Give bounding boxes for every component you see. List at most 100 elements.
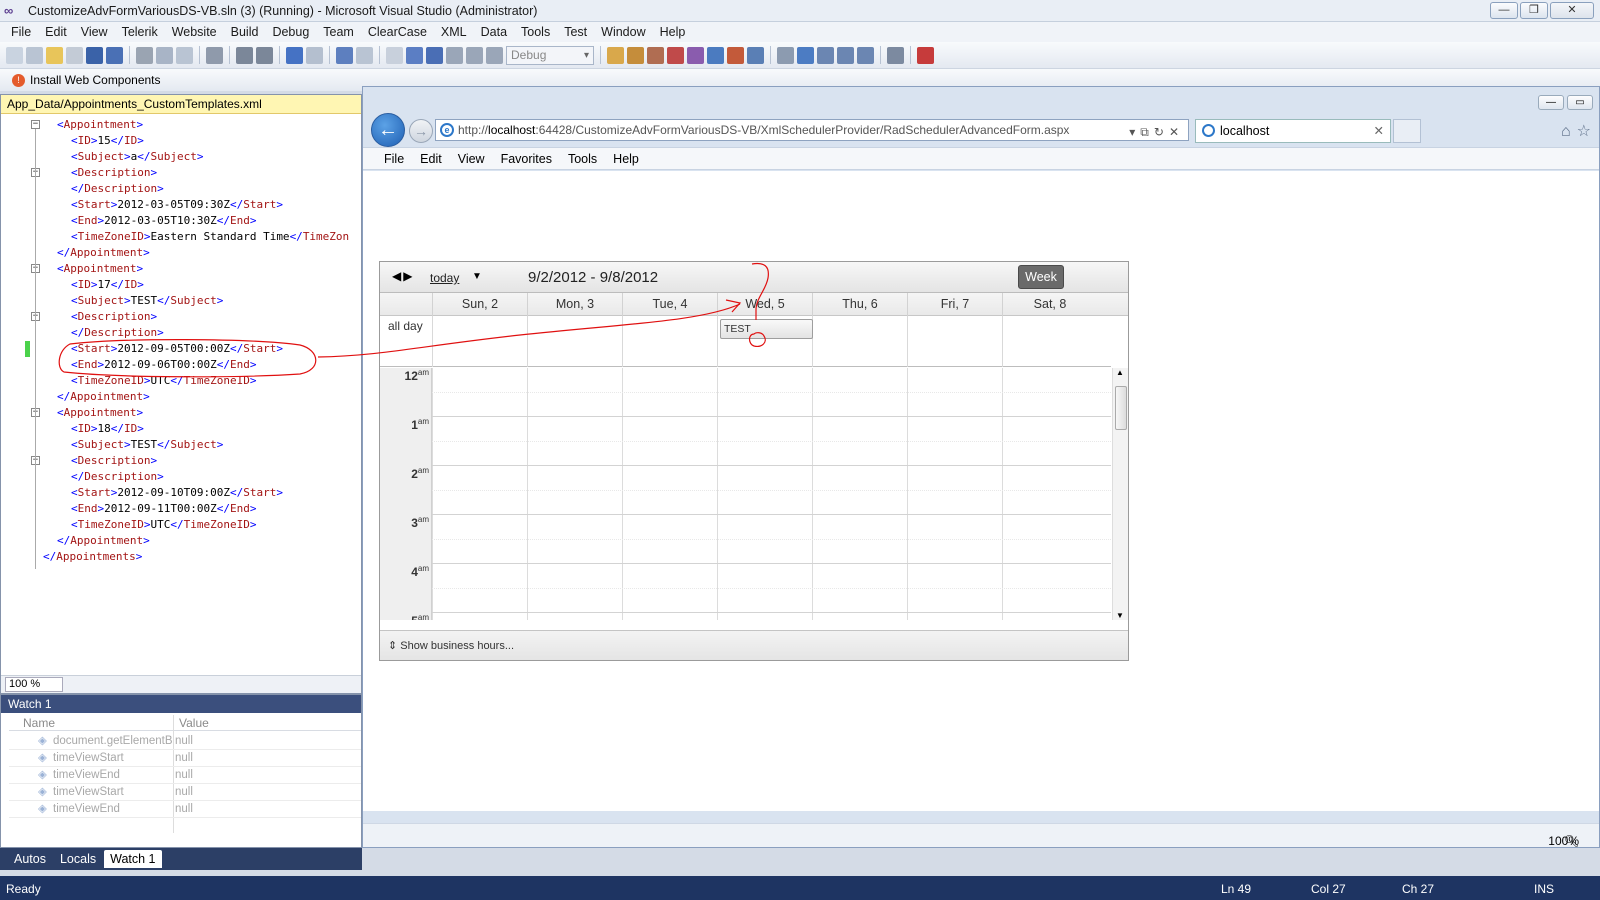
menu-tools[interactable]: Tools	[514, 25, 557, 39]
all-day-cell[interactable]	[1002, 316, 1097, 367]
browser-tab[interactable]: localhost ✕	[1195, 119, 1391, 143]
code-line[interactable]: <TimeZoneID>UTC</TimeZoneID>	[1, 517, 361, 533]
code-line[interactable]: <End>2012-09-11T00:00Z</End>	[1, 501, 361, 517]
object-browser-icon[interactable]	[667, 46, 684, 64]
new-project-icon[interactable]	[6, 46, 23, 64]
toolbox-icon[interactable]	[687, 46, 704, 64]
tools-icon[interactable]	[887, 46, 904, 64]
code-line[interactable]: <ID>15</ID>	[1, 133, 361, 149]
arrow-icon[interactable]	[777, 46, 794, 64]
menu-test[interactable]: Test	[557, 25, 594, 39]
refresh-icon[interactable]: ↻	[1154, 125, 1169, 139]
redo-icon[interactable]	[306, 46, 323, 64]
home-icon[interactable]: ⌂	[1561, 123, 1577, 140]
hour-row[interactable]	[432, 613, 1111, 620]
close-tab-icon[interactable]: ✕	[1374, 120, 1384, 142]
forward-arrow-icon[interactable]: →	[409, 119, 433, 143]
navigate-forward-icon[interactable]	[356, 46, 373, 64]
code-line[interactable]: <ID>18</ID>	[1, 421, 361, 437]
new-tab-button[interactable]	[1393, 119, 1421, 143]
menu-file[interactable]: File	[4, 25, 38, 39]
restore-button[interactable]: ❐	[1520, 2, 1548, 19]
code-line[interactable]: <Start>2012-03-05T09:30Z</Start>	[1, 197, 361, 213]
show-business-hours-link[interactable]: Show business hours...	[400, 640, 514, 652]
pause-icon[interactable]	[406, 46, 423, 64]
team-explorer-icon[interactable]	[707, 46, 724, 64]
browser-menu-help[interactable]: Help	[605, 152, 647, 166]
cut-icon[interactable]	[136, 46, 153, 64]
watch-row[interactable]: ◈ timeViewStart null	[9, 784, 361, 801]
code-line[interactable]: </Appointment>	[1, 245, 361, 261]
navigate-backward-icon[interactable]	[336, 46, 353, 64]
today-link[interactable]: today	[430, 271, 459, 285]
zoom-select[interactable]: 100 %	[5, 677, 63, 692]
code-line[interactable]: <Description>	[1, 165, 361, 181]
add-item-icon[interactable]	[26, 46, 43, 64]
dropdown-icon[interactable]: ▾	[1129, 125, 1140, 139]
properties-icon[interactable]	[647, 46, 664, 64]
time-grid[interactable]: 12am1am2am3am4am5am	[380, 368, 1111, 620]
watch-row[interactable]: ◈ timeViewStart null	[9, 750, 361, 767]
save-icon[interactable]	[86, 46, 103, 64]
code-line[interactable]: <Appointment>	[1, 405, 361, 421]
scheduler-scrollbar[interactable]: ▲ ▼	[1112, 368, 1128, 620]
step-out-icon[interactable]	[486, 46, 503, 64]
uncomment-icon[interactable]	[256, 46, 273, 64]
menu-data[interactable]: Data	[474, 25, 514, 39]
start-page-icon[interactable]	[747, 46, 764, 64]
code-line[interactable]: <TimeZoneID>UTC</TimeZoneID>	[1, 373, 361, 389]
menu-telerik[interactable]: Telerik	[115, 25, 165, 39]
step-into-icon[interactable]	[446, 46, 463, 64]
code-line[interactable]: </Appointment>	[1, 533, 361, 549]
watch-row[interactable]: ◈ timeViewEnd null	[9, 801, 361, 818]
code-line[interactable]: </Appointments>	[1, 549, 361, 565]
code-line[interactable]: <Description>	[1, 309, 361, 325]
breakpoint-icon[interactable]	[917, 46, 934, 64]
code-line[interactable]: <Subject>a</Subject>	[1, 149, 361, 165]
paste-icon[interactable]	[176, 46, 193, 64]
minimize-button[interactable]: —	[1490, 2, 1518, 19]
date-picker-dropdown-icon[interactable]: ▼	[472, 271, 482, 282]
menu-clearcase[interactable]: ClearCase	[361, 25, 434, 39]
code-line[interactable]: <Appointment>	[1, 261, 361, 277]
code-line[interactable]: <End>2012-03-05T10:30Z</End>	[1, 213, 361, 229]
menu-build[interactable]: Build	[224, 25, 266, 39]
start-debug-icon[interactable]	[386, 46, 403, 64]
code-line[interactable]: </Appointment>	[1, 389, 361, 405]
debug-tab-autos[interactable]: Autos	[8, 850, 52, 868]
browser-menu-edit[interactable]: Edit	[412, 152, 450, 166]
find-icon[interactable]	[206, 46, 223, 64]
menu-team[interactable]: Team	[316, 25, 361, 39]
next-arrow-icon[interactable]: ▶	[403, 269, 414, 283]
open-folder-icon[interactable]	[46, 46, 63, 64]
editor-tab[interactable]: App_Data/Appointments_CustomTemplates.xm…	[1, 95, 361, 114]
code-line[interactable]: <Appointment>	[1, 117, 361, 133]
code-line[interactable]: </Description>	[1, 469, 361, 485]
browser-menu-file[interactable]: File	[376, 152, 412, 166]
week-view-button[interactable]: Week	[1018, 265, 1064, 289]
code-line[interactable]: </Description>	[1, 181, 361, 197]
align-icon[interactable]	[857, 46, 874, 64]
find-in-files-icon[interactable]	[607, 46, 624, 64]
add-icon[interactable]	[66, 46, 83, 64]
menu-edit[interactable]: Edit	[38, 25, 74, 39]
address-bar[interactable]: e http://localhost:64428/CustomizeAdvFor…	[435, 119, 1189, 141]
all-day-cell[interactable]	[622, 316, 717, 367]
code-line[interactable]: <Subject>TEST</Subject>	[1, 293, 361, 309]
browser-menu-view[interactable]: View	[450, 152, 493, 166]
save-all-icon[interactable]	[106, 46, 123, 64]
all-day-cell[interactable]	[527, 316, 622, 367]
stop-icon[interactable]	[426, 46, 443, 64]
undo-icon[interactable]	[286, 46, 303, 64]
menu-website[interactable]: Website	[165, 25, 224, 39]
comment-icon[interactable]	[236, 46, 253, 64]
code-line[interactable]: <Description>	[1, 453, 361, 469]
fold-toggle-icon[interactable]: −	[31, 120, 40, 129]
stop-icon[interactable]: ✕	[1169, 125, 1184, 139]
favorites-star-icon[interactable]: ☆	[1577, 123, 1597, 140]
code-line[interactable]: <Subject>TEST</Subject>	[1, 437, 361, 453]
layout-icon[interactable]	[817, 46, 834, 64]
copy-icon[interactable]	[156, 46, 173, 64]
watch-row[interactable]: ◈ timeViewEnd null	[9, 767, 361, 784]
scroll-down-icon[interactable]: ▼	[1116, 611, 1124, 620]
